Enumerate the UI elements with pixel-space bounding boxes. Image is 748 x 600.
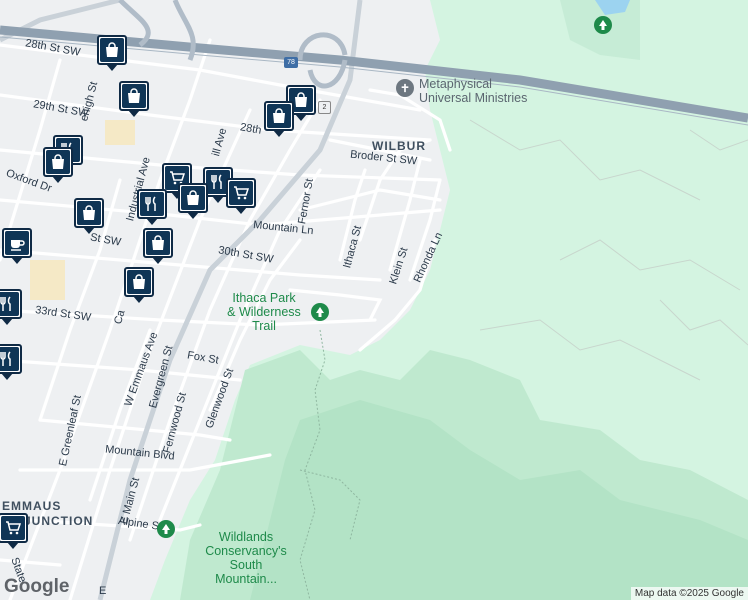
coffee-marker[interactable] bbox=[2, 228, 32, 264]
park-tree-icon[interactable] bbox=[311, 303, 329, 321]
restaurant-icon bbox=[0, 296, 11, 311]
shopping-bag-icon bbox=[52, 154, 64, 169]
google-logo: Google bbox=[4, 576, 70, 597]
shopping-bag-marker[interactable] bbox=[97, 35, 127, 71]
route-2-shield: 2 bbox=[318, 101, 331, 114]
shopping-bag-marker[interactable] bbox=[264, 101, 294, 137]
shopping-bag-icon bbox=[133, 274, 145, 289]
shopping-bag-icon bbox=[152, 235, 164, 250]
shopping-bag-marker[interactable] bbox=[124, 267, 154, 303]
commercial-block bbox=[105, 120, 135, 145]
shopping-cart-icon bbox=[234, 186, 250, 200]
restaurant-marker[interactable] bbox=[0, 289, 22, 325]
map-canvas[interactable] bbox=[0, 0, 748, 600]
poi-metaphysical-label[interactable]: Metaphysical Universal Ministries bbox=[419, 77, 527, 105]
shopping-bag-icon bbox=[295, 92, 307, 107]
church-icon[interactable] bbox=[396, 79, 414, 97]
restaurant-icon bbox=[211, 174, 222, 189]
poi-wildlands-label[interactable]: Wildlands Conservancy's South Mountain..… bbox=[196, 530, 296, 586]
shopping-bag-icon bbox=[128, 88, 140, 103]
shopping-bag-marker[interactable] bbox=[143, 228, 173, 264]
shopping-bag-icon bbox=[273, 108, 285, 123]
poi-ithaca-park-label[interactable]: Ithaca Park & Wilderness Trail bbox=[222, 291, 306, 333]
restaurant-icon bbox=[0, 351, 11, 366]
restaurant-marker[interactable] bbox=[0, 344, 22, 380]
north-park-tree-icon[interactable] bbox=[594, 16, 612, 34]
shopping-cart-marker[interactable] bbox=[0, 513, 28, 549]
street-label-e: E bbox=[99, 585, 107, 597]
shopping-cart-marker[interactable] bbox=[226, 178, 256, 214]
shopping-bag-marker[interactable] bbox=[119, 81, 149, 117]
shopping-cart-icon bbox=[6, 521, 22, 535]
shopping-bag-marker[interactable] bbox=[178, 183, 208, 219]
shopping-bag-icon bbox=[83, 205, 95, 220]
area-label-emmaus: EMMAUS bbox=[2, 499, 62, 513]
commercial-block-2 bbox=[30, 260, 65, 300]
shopping-bag-marker[interactable] bbox=[43, 147, 73, 183]
highway-78-shield: 78 bbox=[284, 57, 298, 68]
map-data-credit: Map data ©2025 Google bbox=[630, 587, 748, 600]
restaurant-marker[interactable] bbox=[137, 189, 167, 225]
shopping-bag-marker[interactable] bbox=[74, 198, 104, 234]
wildlands-tree-icon[interactable] bbox=[157, 520, 175, 538]
restaurant-icon bbox=[145, 196, 156, 211]
area-label-junction: JUNCTION bbox=[24, 514, 94, 528]
shopping-bag-icon bbox=[106, 42, 118, 57]
coffee-icon bbox=[11, 240, 25, 251]
shopping-bag-icon bbox=[187, 190, 199, 205]
